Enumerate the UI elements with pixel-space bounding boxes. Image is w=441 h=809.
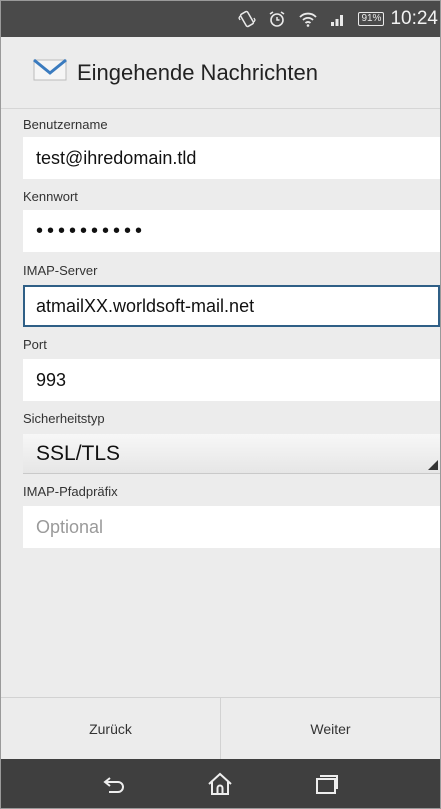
back-button[interactable]: Zurück	[1, 698, 220, 760]
imap-server-label: IMAP-Server	[23, 263, 98, 278]
action-bar: Zurück Weiter	[1, 697, 440, 760]
security-type-label: Sicherheitstyp	[23, 411, 105, 426]
alarm-icon	[268, 10, 286, 28]
imap-server-field[interactable]: atmailXX.worldsoft-mail.net	[23, 285, 440, 327]
security-type-value: SSL/TLS	[36, 441, 121, 465]
security-type-select[interactable]: SSL/TLS	[23, 434, 440, 474]
app-header: Eingehende Nachrichten	[1, 37, 440, 109]
imap-prefix-label: IMAP-Pfadpräfix	[23, 484, 118, 499]
screen: 91% 10:24 Eingehende Nachrichten Benutze…	[0, 0, 441, 809]
username-field[interactable]: test@ihredomain.tld	[23, 137, 440, 179]
port-label: Port	[23, 337, 47, 352]
status-bar: 91% 10:24	[1, 1, 440, 37]
page-title: Eingehende Nachrichten	[77, 59, 318, 85]
home-icon[interactable]	[198, 762, 242, 806]
recent-apps-icon[interactable]	[305, 762, 349, 806]
wifi-icon	[298, 10, 318, 28]
password-label: Kennwort	[23, 189, 78, 204]
navigation-bar	[1, 759, 440, 808]
username-label: Benutzername	[23, 117, 108, 132]
vibrate-icon	[238, 10, 257, 28]
signal-icon	[330, 11, 346, 27]
clock: 10:24	[390, 8, 438, 29]
password-field[interactable]: ••••••••••	[23, 210, 440, 252]
next-button[interactable]: Weiter	[220, 698, 440, 760]
imap-prefix-field[interactable]: Optional	[23, 506, 440, 548]
dropdown-arrow-icon	[428, 460, 438, 470]
port-field[interactable]: 993	[23, 359, 440, 401]
battery-level: 91%	[358, 12, 385, 26]
back-icon[interactable]	[92, 762, 136, 806]
mail-envelope-icon	[33, 58, 67, 87]
battery-icon: 91%	[358, 12, 385, 26]
